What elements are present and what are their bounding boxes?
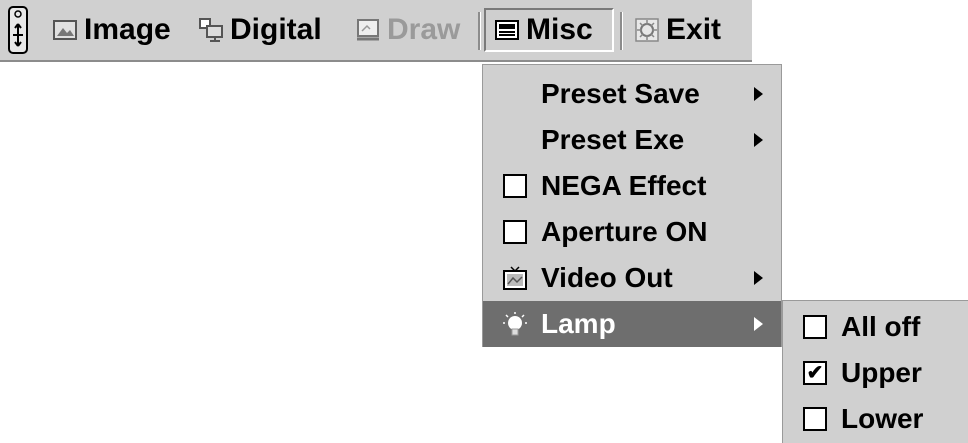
menu-digital-label: Digital — [230, 13, 322, 46]
menu-item-preset-save[interactable]: Preset Save — [483, 71, 781, 117]
misc-dropdown: Preset Save Preset Exe NEGA Effect Apert… — [482, 64, 782, 347]
menu-item-label: Aperture ON — [541, 216, 708, 247]
checkbox-checked-icon[interactable]: ✔ — [803, 361, 827, 385]
menu-item-label: Preset Save — [541, 78, 700, 109]
submenu-arrow-icon — [754, 87, 763, 101]
checkbox-icon[interactable] — [803, 407, 827, 431]
lamp-option-label: All off — [841, 311, 921, 342]
menu-digital[interactable]: Digital — [198, 8, 322, 52]
exit-icon — [635, 18, 659, 42]
draw-icon — [357, 19, 379, 41]
menu-image-label: Image — [84, 13, 171, 46]
menu-bar: Image Digital Draw Misc Exit — [0, 0, 752, 62]
checkbox-icon[interactable] — [503, 220, 527, 244]
menu-exit[interactable]: Exit — [634, 8, 721, 52]
menu-misc[interactable]: Misc — [484, 8, 614, 52]
menu-item-label: Video Out — [541, 262, 673, 293]
misc-icon — [495, 20, 519, 40]
checkbox-icon[interactable] — [503, 174, 527, 198]
submenu-arrow-icon — [754, 133, 763, 147]
menu-separator — [620, 12, 623, 50]
menu-item-video-out[interactable]: Video Out — [483, 255, 781, 301]
menu-item-label: Preset Exe — [541, 124, 685, 155]
lamp-option-label: Upper — [841, 357, 922, 388]
submenu-arrow-icon — [754, 271, 763, 285]
menu-item-label: NEGA Effect — [541, 170, 707, 201]
lamp-option-label: Lower — [841, 403, 924, 434]
menu-separator — [478, 12, 481, 50]
menu-draw-label: Draw — [387, 13, 461, 46]
lamp-submenu: All off ✔ Upper Lower — [782, 300, 968, 443]
menu-item-lamp[interactable]: Lamp — [483, 301, 781, 347]
menu-item-aperture-on[interactable]: Aperture ON — [483, 209, 781, 255]
menu-exit-label: Exit — [666, 13, 722, 46]
lamp-icon — [503, 312, 527, 336]
menu-image[interactable]: Image — [52, 8, 171, 52]
menu-item-label: Lamp — [541, 308, 616, 339]
digital-icon — [199, 18, 223, 42]
tv-icon — [503, 266, 527, 290]
menu-draw[interactable]: Draw — [355, 8, 460, 52]
drag-handle-icon[interactable] — [8, 6, 28, 54]
menu-misc-label: Misc — [526, 13, 593, 46]
image-icon — [53, 20, 77, 40]
menu-item-preset-exe[interactable]: Preset Exe — [483, 117, 781, 163]
submenu-arrow-icon — [754, 317, 763, 331]
menu-item-nega-effect[interactable]: NEGA Effect — [483, 163, 781, 209]
lamp-option-all-off[interactable]: All off — [783, 304, 968, 350]
lamp-option-lower[interactable]: Lower — [783, 396, 968, 442]
checkbox-icon[interactable] — [803, 315, 827, 339]
lamp-option-upper[interactable]: ✔ Upper — [783, 350, 968, 396]
